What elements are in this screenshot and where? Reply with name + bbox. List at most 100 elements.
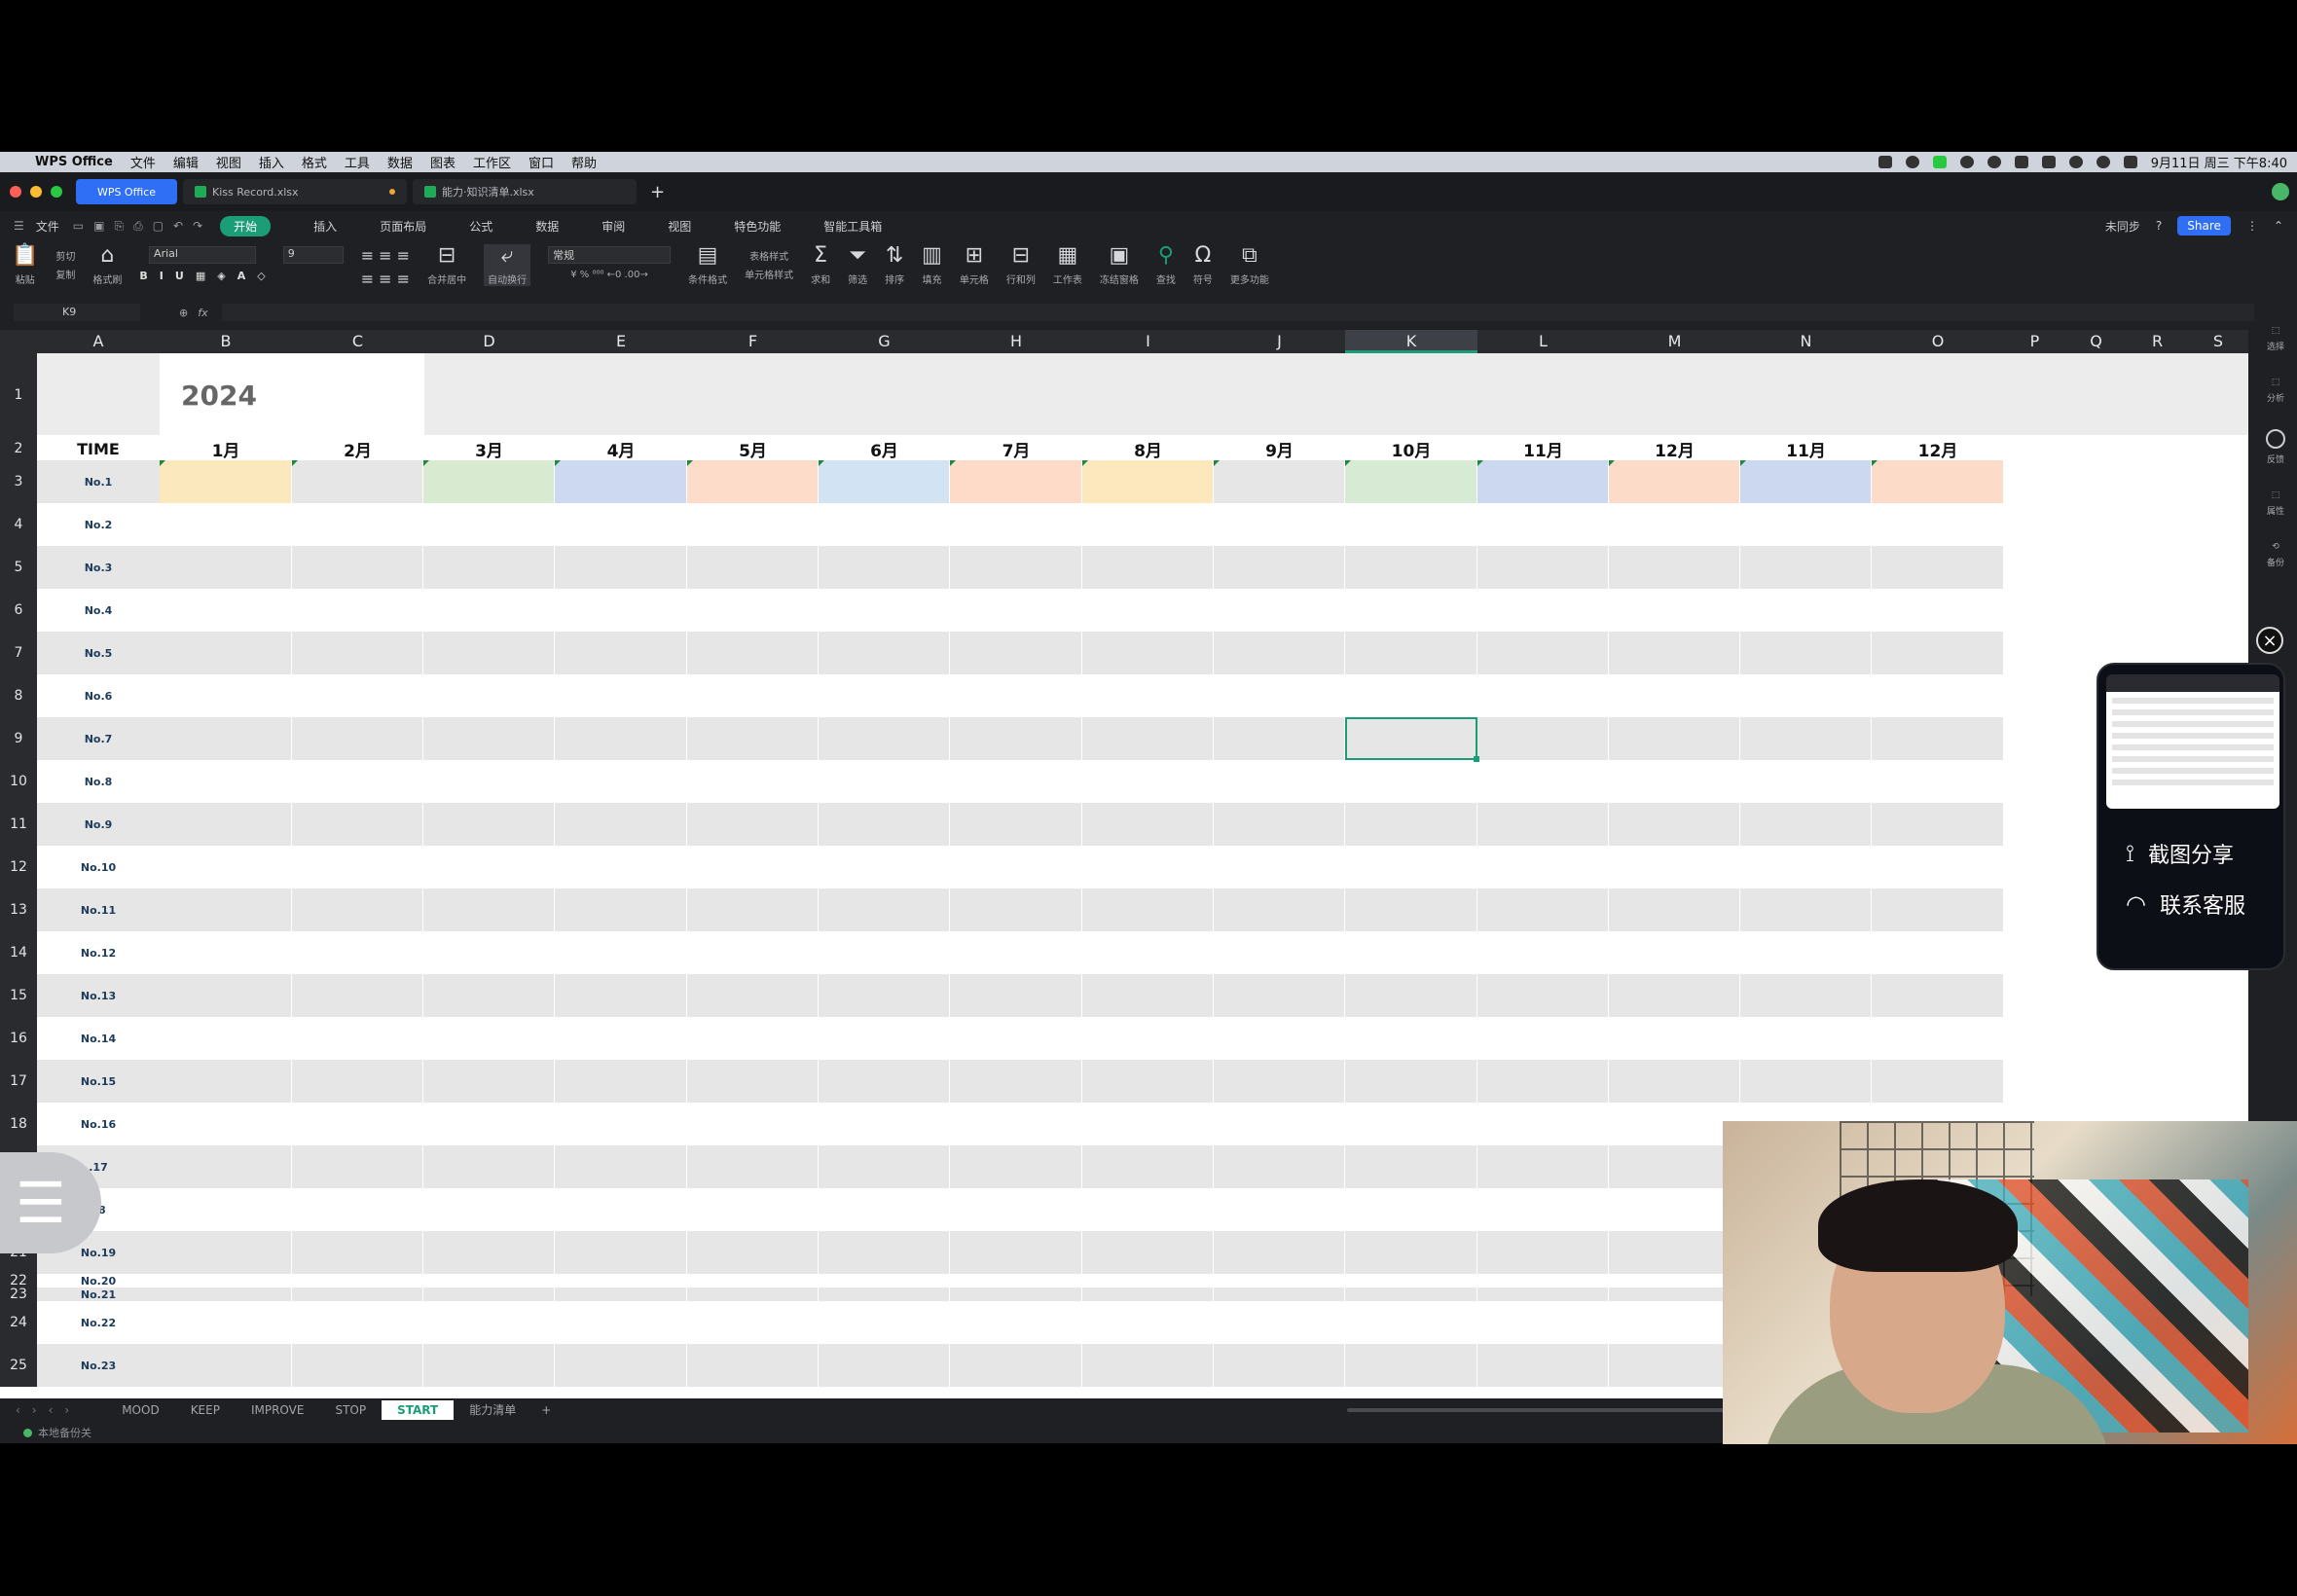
entry-label[interactable]: No.15 [37,1060,160,1103]
grid-cell[interactable] [950,1344,1082,1387]
grid-cell[interactable] [1345,674,1477,717]
sidebar-properties[interactable]: ⬚ 属性 [2267,490,2284,517]
grid-cell[interactable] [1345,1274,1477,1288]
grid-cell[interactable] [819,889,950,931]
grid-cell[interactable] [1082,717,1214,760]
grid-cell[interactable] [687,974,819,1017]
grid-cell[interactable] [950,846,1082,889]
grid-cell[interactable] [1740,503,1872,546]
grid-cell[interactable] [950,1188,1082,1231]
grid-cell[interactable] [555,931,687,974]
grid-cell[interactable] [1345,589,1477,632]
grid-cell[interactable] [687,1188,819,1231]
sheet-tab-mood[interactable]: MOOD [106,1400,174,1420]
grid-cell[interactable] [687,460,819,503]
sidebar-select[interactable]: ⬚ 选择 [2267,326,2284,352]
grid-cell[interactable] [1477,1017,1609,1060]
horizontal-scrollbar[interactable] [1347,1408,1736,1412]
grid-cell[interactable] [687,1060,819,1103]
grid-cell[interactable] [1740,674,1872,717]
grid-cell[interactable] [1214,931,1345,974]
menu-chart[interactable]: 图表 [430,153,456,171]
grid-cell[interactable] [555,460,687,503]
symbol-button[interactable]: Ω 符号 [1193,244,1213,287]
row-header[interactable]: 17 [0,1060,37,1103]
number-format-buttons[interactable]: ¥ % ⁰⁰⁰ ←0 .00→ [570,270,648,280]
grid-cell[interactable] [1477,803,1609,846]
grid-cell[interactable] [1214,632,1345,674]
grid-cell[interactable] [1082,931,1214,974]
grid-cell[interactable] [292,1344,423,1387]
number-format-select[interactable]: 常规 [548,246,672,264]
grid-cell[interactable] [950,931,1082,974]
grid-cell[interactable] [1740,1060,1872,1103]
share-button[interactable]: Share [2177,216,2231,236]
grid-cell[interactable] [687,803,819,846]
grid-cell[interactable] [687,931,819,974]
grid-cell[interactable] [1609,1060,1740,1103]
grid-cell[interactable] [1477,1103,1609,1145]
grid-cell[interactable] [819,503,950,546]
grid-cell[interactable] [555,889,687,931]
grid-cell[interactable] [160,1188,292,1231]
grid-cell[interactable] [1082,803,1214,846]
grid-cell[interactable] [1609,760,1740,803]
grid-cell[interactable] [687,1231,819,1274]
grid-cell[interactable] [1872,674,2004,717]
grid-cell[interactable] [687,1274,819,1288]
row-header[interactable]: 9 [0,717,37,760]
menu-clock[interactable]: 9月11日 周三 下午8:40 [2151,153,2287,171]
grid-cell[interactable] [1345,931,1477,974]
grid-cell[interactable] [1872,931,2004,974]
grid-cell[interactable] [1740,889,1872,931]
grid-cell[interactable] [1082,760,1214,803]
grid-cell[interactable] [1740,846,1872,889]
column-header-h[interactable]: H [950,330,1082,353]
grid-cell[interactable] [1477,1344,1609,1387]
column-header-g[interactable]: G [819,330,950,353]
entry-label[interactable]: No.6 [37,674,160,717]
grid-cell[interactable] [950,974,1082,1017]
grid-cell[interactable] [1609,1274,1740,1288]
grid-cell[interactable] [160,503,292,546]
grid-cell[interactable] [687,1017,819,1060]
sort-button[interactable]: ⇅ 排序 [885,244,904,287]
grid-cell[interactable] [1214,974,1345,1017]
grid-cell[interactable] [1609,503,1740,546]
ribbon-file[interactable]: 文件 [36,218,59,235]
menu-app-name[interactable]: WPS Office [35,155,113,169]
grid-cell[interactable] [423,760,555,803]
grid-cell[interactable] [950,1231,1082,1274]
grid-cell[interactable] [1214,1274,1345,1288]
grid-cell[interactable] [1609,589,1740,632]
grid-cell[interactable] [555,1274,687,1288]
grid-cell[interactable] [1214,1060,1345,1103]
grid-cell[interactable] [292,1301,423,1344]
grid-cell[interactable] [160,1060,292,1103]
search-icon[interactable] [2096,156,2110,168]
fill-color-icon[interactable]: ◈ [217,270,225,282]
freeze-button[interactable]: ▣ 冻结窗格 [1100,244,1139,287]
entry-label[interactable]: No.14 [37,1017,160,1060]
battery-icon[interactable] [2041,156,2056,168]
grid-cell[interactable] [950,674,1082,717]
grid-cell[interactable] [950,460,1082,503]
grid-cell[interactable] [423,974,555,1017]
grid-cell[interactable] [1477,931,1609,974]
ribbon-tab-formula[interactable]: 公式 [469,218,492,235]
entry-label[interactable]: No.22 [37,1301,160,1344]
grid-cell[interactable] [160,1231,292,1274]
grid-cell[interactable] [292,803,423,846]
ribbon-tab-review[interactable]: 审阅 [602,218,625,235]
align-icon[interactable]: ≡ ≡ ≡ [361,244,410,268]
grid-cell[interactable] [687,1301,819,1344]
entry-label[interactable]: No.16 [37,1103,160,1145]
grid-cell[interactable] [423,1103,555,1145]
grid-cell[interactable] [160,1274,292,1288]
grid-cell[interactable] [423,589,555,632]
grid-cell[interactable] [1609,546,1740,589]
format-painter-button[interactable]: ⌂ 格式刷 [92,244,122,287]
grid-cell[interactable] [1477,889,1609,931]
ribbon-tab-data[interactable]: 数据 [535,218,559,235]
more-features-button[interactable]: ⧉ 更多功能 [1230,244,1269,287]
